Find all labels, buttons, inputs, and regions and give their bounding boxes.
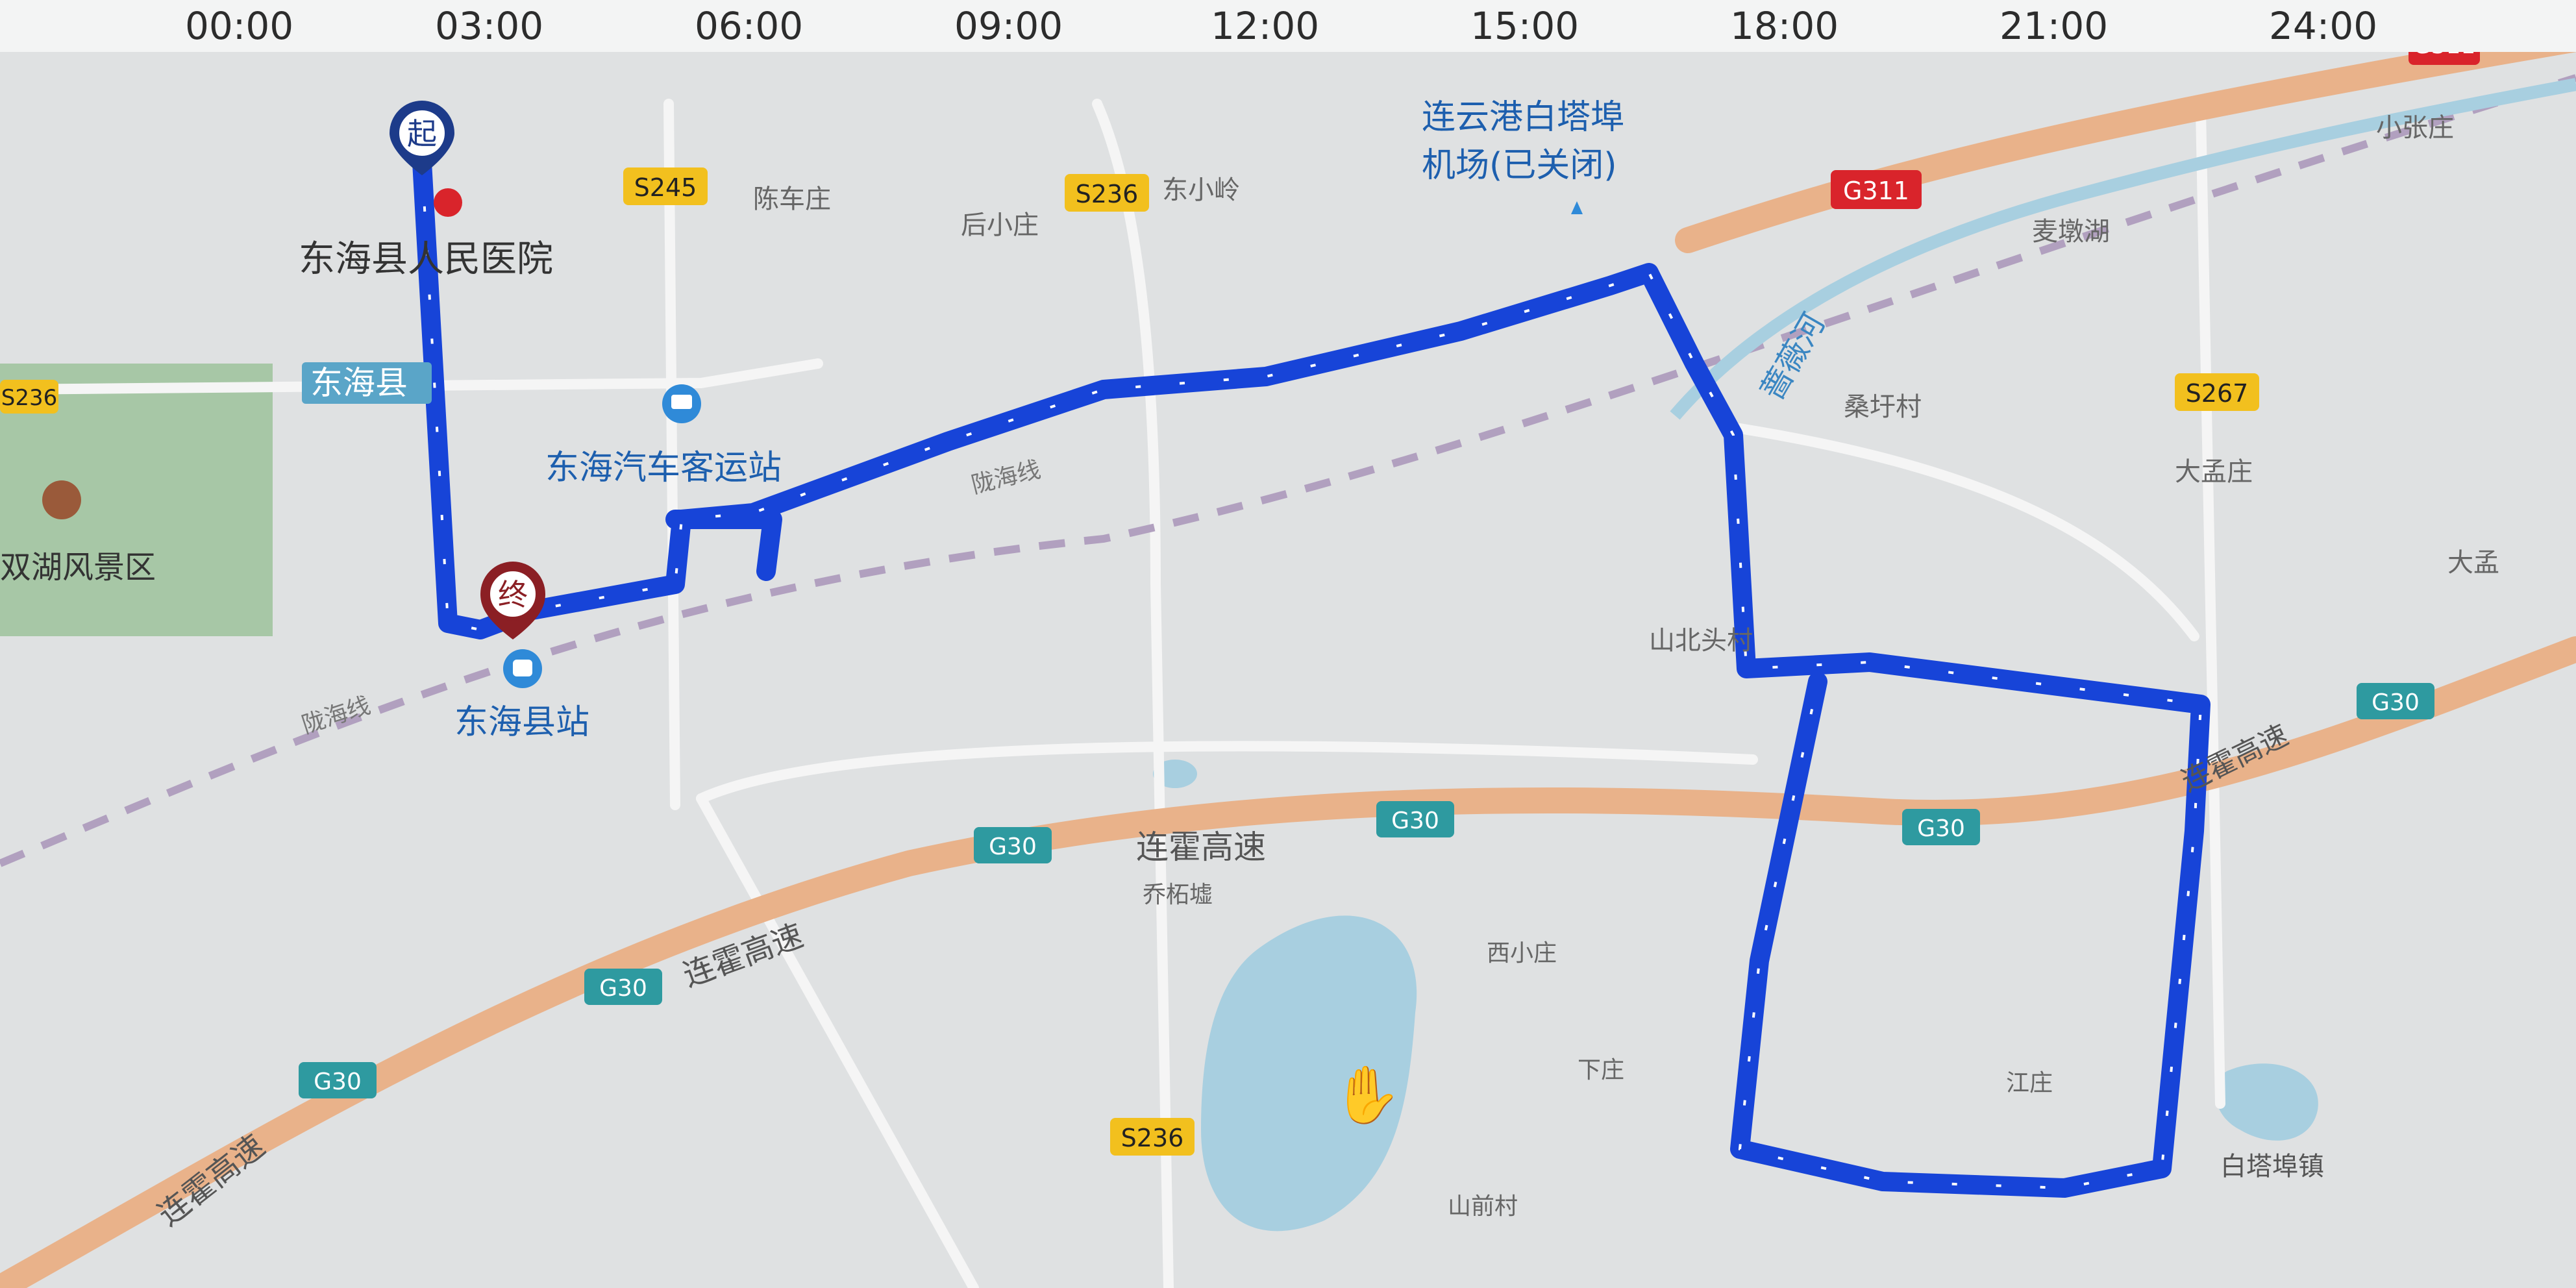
label-shanbeicun: 山北头村 (1649, 626, 1753, 656)
hospital-icon (434, 188, 462, 217)
start-marker-label: 起 (407, 116, 437, 151)
label-qiaoshan: 乔柘墟 (1143, 882, 1213, 908)
label-airport-line1: 连云港白塔埠 (1422, 98, 1624, 137)
shield-g30-c: G30 (1917, 815, 1965, 842)
time-tick-7: 21:00 (2000, 4, 2109, 48)
label-scenic: 双湖风景区 (0, 549, 156, 586)
label-bus-station: 东海汽车客运站 (545, 449, 782, 488)
time-tick-5: 15:00 (1470, 4, 1579, 48)
label-dameng1: 大孟庄 (2175, 457, 2253, 487)
label-maiduohu: 麦墩湖 (2032, 217, 2110, 247)
time-tick-4: 12:00 (1211, 4, 1320, 48)
shield-g311: G311 (1843, 177, 1909, 205)
shield-g30-b: G30 (1391, 808, 1439, 834)
map-view[interactable]: S245 S236 S236 S236 S267 G311 G311 G30 G… (0, 0, 2576, 1288)
shield-s245: S245 (634, 173, 697, 202)
label-shanqiancun: 山前村 (1448, 1193, 1518, 1220)
shield-s267: S267 (2186, 379, 2249, 408)
time-tick-6: 18:00 (1730, 4, 1839, 48)
time-tick-0: 00:00 (185, 4, 294, 48)
scenic-icon (42, 480, 81, 519)
shield-s236-west: S236 (1, 385, 57, 411)
shield-g30-d: G30 (599, 975, 647, 1002)
map-canvas[interactable]: S245 S236 S236 S236 S267 G311 G311 G30 G… (0, 0, 2576, 1288)
bus-icon-body (671, 395, 692, 409)
label-jiangjia: 江庄 (2006, 1070, 2053, 1096)
hand-cursor-icon: ✋ (1332, 1063, 1402, 1128)
time-tick-3: 09:00 (954, 4, 1063, 48)
time-axis[interactable]: 00:00 03:00 06:00 09:00 12:00 15:00 18:0… (0, 0, 2576, 52)
shield-g30-e: G30 (314, 1069, 362, 1095)
end-marker-label: 终 (498, 577, 528, 612)
label-hospital: 东海县人民医院 (299, 238, 553, 280)
shield-s236-south: S236 (1121, 1124, 1184, 1152)
shield-s236: S236 (1076, 180, 1139, 208)
train-station-icon-body (513, 660, 532, 676)
label-train-station: 东海县站 (454, 703, 589, 742)
label-dongxiaoling: 东小岭 (1162, 175, 1240, 205)
shield-g30-a: G30 (989, 834, 1037, 860)
label-baitabu: 白塔埠镇 (2220, 1152, 2324, 1182)
label-xixiaozhuang: 西小庄 (1487, 940, 1557, 967)
label-dameng2: 大孟 (2447, 548, 2499, 578)
label-sangyucun: 桑圩村 (1844, 392, 1922, 422)
label-county: 东海县 (310, 364, 408, 402)
label-houxiaozhuang: 后小庄 (961, 210, 1039, 240)
label-xiaozhangzhuang: 小张庄 (2376, 113, 2454, 143)
label-airport-line2: 机场(已关闭) (1422, 146, 1617, 185)
time-tick-2: 06:00 (695, 4, 804, 48)
time-tick-1: 03:00 (435, 4, 544, 48)
label-xiazhuang: 下庄 (1578, 1057, 1624, 1084)
label-liangxiagaosu-a: 连霍高速 (1136, 828, 1266, 866)
time-tick-8: 24:00 (2269, 4, 2378, 48)
label-chenchezhuang: 陈车庄 (753, 184, 831, 214)
shield-g30-f: G30 (2372, 689, 2420, 716)
